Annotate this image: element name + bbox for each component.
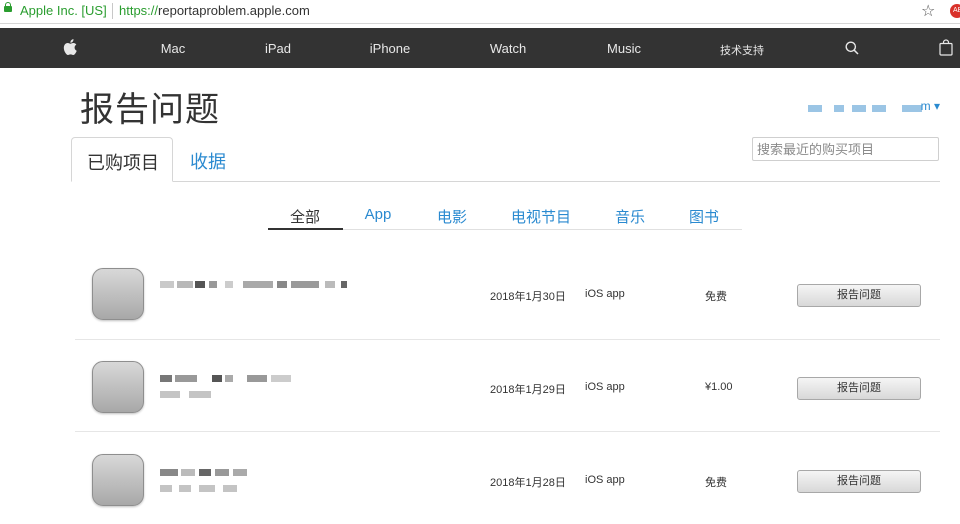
nav-mac[interactable]: Mac — [161, 41, 186, 56]
purchase-row: 2018年1月29日 iOS app ¥1.00 报告问题 — [75, 340, 940, 432]
site-identity[interactable]: Apple Inc. [US] — [20, 3, 107, 18]
account-name-suffix: m ▾ — [920, 99, 940, 113]
tab-purchased-label: 已购项目 — [87, 153, 159, 173]
report-problem-button[interactable]: 报告问题 — [797, 470, 921, 493]
filter-app[interactable]: App — [365, 206, 392, 223]
app-icon — [92, 361, 144, 413]
url-divider — [112, 3, 113, 19]
url-text[interactable]: https://reportaproblem.apple.com — [119, 3, 310, 18]
tab-receipts[interactable]: 收据 — [190, 148, 226, 174]
url-host: reportaproblem.apple.com — [158, 3, 310, 18]
purchase-type: iOS app — [585, 381, 625, 393]
filter-active-underline — [268, 228, 343, 230]
purchase-price: 免费 — [705, 477, 727, 489]
search-icon[interactable] — [845, 41, 859, 55]
purchase-price: 免费 — [705, 291, 727, 303]
lock-icon — [4, 2, 12, 12]
filter-movies[interactable]: 电影 — [437, 206, 467, 227]
purchase-type: iOS app — [585, 288, 625, 300]
report-problem-button[interactable]: 报告问题 — [797, 284, 921, 307]
nav-iphone[interactable]: iPhone — [370, 41, 410, 56]
filter-music[interactable]: 音乐 — [615, 206, 645, 227]
purchase-date: 2018年1月28日 — [490, 477, 566, 489]
account-menu[interactable]: m ▾ — [808, 99, 940, 115]
filter-tv-shows[interactable]: 电视节目 — [511, 206, 571, 227]
purchase-date: 2018年1月29日 — [490, 384, 566, 396]
url-protocol: https:// — [119, 3, 159, 18]
purchase-row: 2018年1月30日 iOS app 免费 报告问题 — [75, 248, 940, 340]
filter-all[interactable]: 全部 — [290, 206, 320, 227]
filter-books[interactable]: 图书 — [689, 206, 719, 227]
search-purchases-input[interactable] — [752, 137, 939, 161]
purchase-date: 2018年1月30日 — [490, 291, 566, 303]
purchase-type: iOS app — [585, 474, 625, 486]
nav-ipad[interactable]: iPad — [265, 41, 291, 56]
tab-divider — [71, 181, 940, 182]
nav-watch[interactable]: Watch — [490, 41, 526, 56]
nav-support[interactable]: 技术支持 — [720, 42, 764, 58]
tab-purchased[interactable]: 已购项目 — [71, 137, 173, 182]
shopping-bag-icon[interactable] — [939, 39, 953, 56]
extension-icon[interactable]: AB — [950, 4, 960, 18]
nav-music[interactable]: Music — [607, 41, 641, 56]
global-nav: Mac iPad iPhone Watch Music 技术支持 — [0, 28, 960, 68]
page-title: 报告问题 — [80, 91, 220, 129]
app-icon — [92, 454, 144, 506]
app-icon — [92, 268, 144, 320]
bookmark-star-icon[interactable]: ☆ — [921, 1, 935, 21]
apple-logo-icon[interactable] — [63, 38, 79, 56]
report-problem-button[interactable]: 报告问题 — [797, 377, 921, 400]
purchase-price: ¥1.00 — [705, 381, 733, 393]
purchase-row: 2018年1月28日 iOS app 免费 报告问题 — [75, 432, 940, 524]
browser-address-bar[interactable]: Apple Inc. [US] https://reportaproblem.a… — [0, 0, 960, 24]
